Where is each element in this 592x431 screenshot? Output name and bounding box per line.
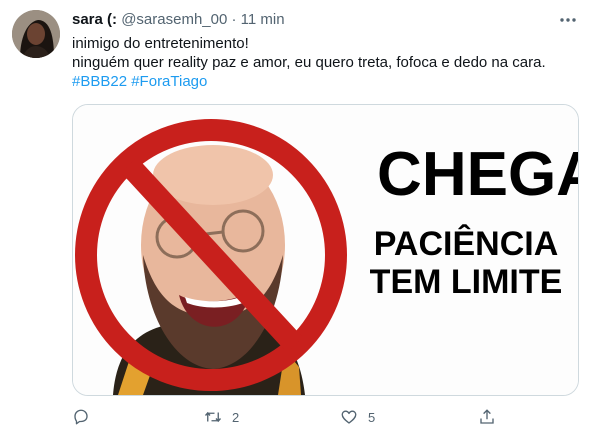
avatar[interactable] (12, 10, 60, 58)
hashtag-foratiago[interactable]: #ForaTiago (131, 73, 207, 90)
retweet-icon (204, 411, 222, 423)
tweet-text: inimigo do entretenimento! ninguém quer … (72, 34, 577, 91)
like-icon (341, 410, 357, 424)
tweet-text-line-1: inimigo do entretenimento! (72, 35, 249, 52)
author-handle[interactable]: @sarasemh_00 (121, 11, 227, 28)
share-icon (480, 409, 494, 424)
separator: · (231, 11, 237, 28)
share-button[interactable] (478, 404, 496, 430)
subline-text-2: TEM LIMITE (370, 263, 563, 301)
reply-icon (74, 409, 88, 425)
retweet-button[interactable]: 2 (204, 404, 239, 430)
action-bar: 2 5 (72, 404, 577, 430)
reply-button[interactable] (72, 404, 100, 430)
timestamp[interactable]: 11 min (241, 11, 285, 28)
more-icon (560, 18, 576, 22)
headline-text: CHEGA (377, 140, 578, 209)
tweet-text-line-2: ninguém quer reality paz e amor, eu quer… (72, 54, 546, 71)
hashtag-line: #BBB22 #ForaTiago (72, 72, 577, 91)
media-graphic: CHEGA PACIÊNCIA TEM LIMITE (73, 105, 578, 395)
avatar-image (12, 10, 60, 58)
like-count: 5 (368, 409, 376, 425)
retweet-count: 2 (232, 409, 240, 425)
author-name[interactable]: sara (: (72, 11, 117, 28)
tweet[interactable]: sara (: @sarasemh_00 · 11 min inimigo do… (0, 0, 592, 431)
more-button[interactable] (558, 12, 578, 28)
tweet-header: sara (: @sarasemh_00 · 11 min (72, 11, 562, 31)
hashtag-bbb22[interactable]: #BBB22 (72, 73, 127, 90)
subline-text-1: PACIÊNCIA (374, 225, 559, 263)
media-image[interactable]: CHEGA PACIÊNCIA TEM LIMITE (72, 104, 579, 396)
like-button[interactable]: 5 (340, 404, 375, 430)
